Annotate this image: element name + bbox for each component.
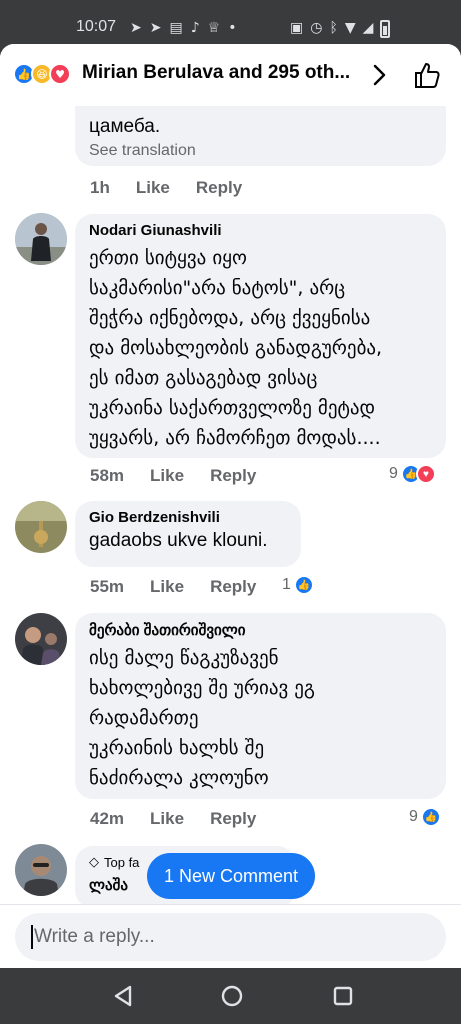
text-caret: [31, 925, 33, 949]
battery-icon: [380, 20, 391, 38]
alarm-icon: ◷: [310, 20, 323, 36]
comment-author[interactable]: Gio Berdzenishvili: [89, 509, 287, 526]
reply-button[interactable]: Reply: [210, 577, 256, 597]
like-icon: 👍: [420, 807, 441, 827]
comment-meta: 55m Like Reply: [90, 577, 282, 597]
like-icon: 👍: [293, 575, 314, 595]
comment-bubble[interactable]: Gio Berdzenishvili gadaobs ukve klouni.: [75, 501, 301, 567]
comment-line: ისე მალე წაგკუზავენ: [89, 647, 279, 669]
status-bar: 10:07 ➤ ➤ ▤ ♪ ♕ • ▣ ◷ ᛒ ▼ ◢: [0, 0, 461, 44]
recents-icon[interactable]: [331, 984, 355, 1008]
reactions-header[interactable]: 👍 😆 ♥ Mirian Berulava and 295 oth...: [0, 44, 461, 106]
signal-icon: ◢: [362, 20, 374, 36]
diamond-icon: ◇: [89, 854, 99, 869]
comment-bubble[interactable]: მერაბი შათირიშვილი ისე მალე წაგკუზავენ ხ…: [75, 613, 446, 799]
love-icon: ♥: [49, 63, 71, 85]
comment-line: საკმარისი"არა ნატოს", არც: [89, 277, 346, 299]
avatar[interactable]: [15, 613, 67, 665]
reaction-count[interactable]: 1 👍: [282, 575, 314, 595]
comment-text: цамеба.: [89, 116, 161, 137]
reaction-count[interactable]: 9 👍 ♥: [389, 464, 436, 484]
comment-line: უყვარს, არ ჩამორჩეთ მოდას....: [89, 427, 381, 449]
comment-text: gadaobs ukve klouni.: [89, 530, 268, 551]
comment-line: ხახოლებივე შე ურიავ ეგ: [89, 677, 315, 699]
reply-bar: Write a reply...: [0, 904, 461, 968]
tiktok-icon: ♪: [190, 20, 200, 36]
like-outline-icon[interactable]: [413, 61, 441, 89]
comment-meta: 58m Like Reply: [90, 466, 282, 486]
like-button[interactable]: Like: [150, 809, 184, 829]
home-icon[interactable]: [220, 984, 244, 1008]
comment-line: უკრაინა საქართველოზე მეტად: [89, 397, 376, 419]
top-fan-label: Top fa: [104, 854, 140, 870]
reaction-summary: 👍 😆 ♥: [13, 63, 71, 85]
avatar-photo: [15, 213, 67, 265]
system-nav-bar: [0, 968, 461, 1024]
status-notification-icons: ➤ ➤ ▤ ♪ ♕ •: [130, 20, 236, 36]
comment-line: ეს იმათ გასაგებად ვისაც: [89, 367, 318, 389]
reply-input[interactable]: Write a reply...: [15, 913, 446, 961]
telegram-icon: ➤: [130, 20, 142, 36]
avatar[interactable]: [15, 501, 67, 553]
comment-author[interactable]: მერაბი შათირიშვილი: [89, 621, 432, 639]
comment-time: 1h: [90, 178, 110, 197]
reply-button[interactable]: Reply: [210, 466, 256, 486]
comment-line: შეჭრა იქნებოდა, არც ქვეყნისა: [89, 307, 371, 329]
reply-button[interactable]: Reply: [196, 178, 242, 198]
bluetooth-icon: ᛒ: [329, 20, 338, 36]
reaction-count-number: 9: [389, 465, 398, 482]
comment-line: რადამართე: [89, 707, 199, 729]
news-icon: ▤: [169, 20, 183, 36]
comments-sheet: 👍 😆 ♥ Mirian Berulava and 295 oth... цам…: [0, 44, 461, 968]
reply-button[interactable]: Reply: [210, 809, 256, 829]
avatar[interactable]: [15, 844, 67, 896]
comment-line: ნაძირალა კლოუნო: [89, 767, 269, 789]
nfc-icon: ▣: [290, 20, 304, 36]
see-translation-link[interactable]: See translation: [89, 142, 432, 160]
reaction-count-number: 1: [282, 576, 291, 593]
like-button[interactable]: Like: [150, 577, 184, 597]
new-comment-button[interactable]: 1 New Comment: [147, 853, 315, 899]
trophy-icon: ♕: [207, 20, 221, 36]
comment-line: და მოსახლეობის განადგურება,: [89, 337, 383, 359]
avatar[interactable]: [15, 213, 67, 265]
like-button[interactable]: Like: [136, 178, 170, 198]
comment-author[interactable]: Nodari Giunashvili: [89, 222, 432, 239]
comment-bubble[interactable]: Nodari Giunashvili ერთი სიტყვა იყო საკმა…: [75, 214, 446, 458]
comment-list: цамеба. See translation 1h Like Reply No…: [0, 44, 461, 908]
reactors-title[interactable]: Mirian Berulava and 295 oth...: [82, 62, 350, 84]
like-button[interactable]: Like: [150, 466, 184, 486]
reaction-count[interactable]: 9 👍: [409, 807, 441, 827]
dot-icon: •: [228, 20, 237, 36]
comment-line: ერთი სიტყვა იყო: [89, 247, 247, 269]
reaction-count-number: 9: [409, 808, 418, 825]
chevron-right-icon[interactable]: [372, 64, 386, 86]
status-system-icons: ▣ ◷ ᛒ ▼ ◢: [290, 20, 391, 38]
love-icon: ♥: [415, 464, 436, 484]
avatar-photo: [15, 501, 67, 553]
comment-meta: 1h Like Reply: [90, 178, 268, 198]
avatar-photo: [15, 844, 67, 896]
reply-placeholder: Write a reply...: [34, 926, 155, 947]
comment-meta: 42m Like Reply: [90, 809, 282, 829]
comment-time: 55m: [90, 577, 125, 596]
status-time: 10:07: [76, 18, 117, 35]
avatar-photo: [15, 613, 67, 665]
comment-line: უკრაინის ხალხს შე: [89, 737, 265, 759]
comment-time: 42m: [90, 809, 125, 828]
back-icon[interactable]: [112, 984, 136, 1008]
wifi-icon: ▼: [344, 20, 356, 36]
comment-time: 58m: [90, 466, 125, 485]
telegram-icon: ➤: [149, 20, 162, 36]
